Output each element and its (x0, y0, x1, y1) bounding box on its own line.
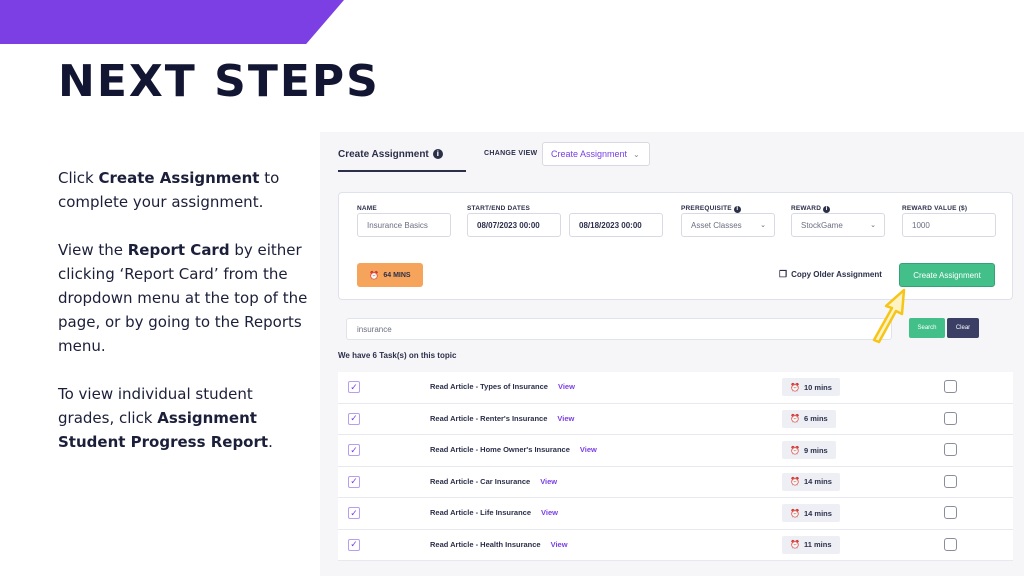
task-checked-checkbox[interactable]: ✓ (348, 538, 360, 551)
alarm-clock-icon: ⏰ (790, 382, 800, 392)
alarm-clock-icon: ⏰ (790, 445, 800, 455)
alarm-clock-icon: ⏰ (790, 414, 800, 423)
task-checked-checkbox[interactable]: ✓ (348, 381, 360, 393)
name-input[interactable]: Insurance Basics (357, 213, 451, 237)
task-row: ✓ Read Article - Health Insurance View ⏰ 11 … (338, 529, 1013, 561)
start-date-input[interactable]: 08/07/2023 00:00 (467, 213, 561, 237)
reward-label: REWARD i (791, 205, 831, 213)
chevron-down-icon: ⌄ (760, 222, 766, 229)
search-input[interactable]: insurance (346, 318, 892, 340)
task-duration-badge: ⏰ 10 mins (782, 378, 840, 396)
info-icon: i (823, 205, 831, 213)
task-row: ✓ Read Article - Home Owner's Insurance Vi… (338, 435, 1013, 467)
task-title: Read Article - Life Insurance View (430, 508, 558, 517)
task-row: ✓ Read Article - Types of Insurance View ⏰ 1… (338, 372, 1013, 404)
task-select-checkbox[interactable] (944, 474, 957, 488)
total-mins-badge: ⏰ 64 MINS (357, 263, 423, 287)
change-view-label: CHANGE VIEW (484, 150, 538, 157)
reward-value-input[interactable]: 1000 (902, 213, 996, 237)
copy-icon: ❐ (779, 269, 788, 279)
task-view-link[interactable]: View (558, 382, 575, 391)
task-row: ✓ Read Article - Life Insurance View ⏰ 14 mi… (338, 498, 1013, 530)
clear-button[interactable]: Clear (947, 318, 979, 338)
prerequisite-select[interactable]: Asset Classes ⌄ (681, 213, 775, 237)
tab-create-assignment[interactable]: Create Assignment i (338, 142, 466, 172)
slide-title: NEXT STEPS (58, 56, 380, 107)
task-duration-badge: ⏰ 11 mins (782, 535, 840, 554)
pointer-arrow-icon (872, 288, 906, 344)
task-select-checkbox[interactable] (944, 443, 957, 456)
task-view-link[interactable]: View (580, 445, 597, 454)
reward-select[interactable]: StockGame ⌄ (791, 213, 885, 237)
task-duration-badge: ⏰ 9 mins (782, 441, 836, 459)
task-duration-badge: ⏰ 6 mins (782, 409, 836, 428)
chevron-down-icon: ⌄ (633, 149, 640, 159)
copy-older-assignment-link[interactable]: ❐ Copy Older Assignment (779, 269, 882, 280)
task-select-checkbox[interactable] (944, 506, 957, 519)
info-icon: i (432, 149, 443, 159)
chevron-down-icon: ⌄ (870, 222, 876, 229)
task-title: Read Article - Health Insurance View (430, 539, 568, 549)
task-row: ✓ Read Article - Renter's Insurance View ⏰ 6… (338, 403, 1013, 435)
alarm-clock-icon: ⏰ (790, 477, 800, 486)
search-button[interactable]: Search (909, 318, 945, 338)
app-screenshot-panel: Create Assignment i CHANGE VIEW Create As… (320, 132, 1024, 576)
task-view-link[interactable]: View (551, 540, 568, 549)
instruction-paragraph-3: To view individual student grades, click… (58, 385, 273, 451)
task-title: Read Article - Renter's Insurance View (430, 413, 575, 423)
end-date-input[interactable]: 08/18/2023 00:00 (569, 213, 663, 237)
task-checked-checkbox[interactable]: ✓ (348, 507, 360, 519)
alarm-clock-icon: ⏰ (790, 508, 800, 518)
task-select-checkbox[interactable] (944, 411, 957, 425)
name-label: NAME (357, 205, 377, 212)
task-select-checkbox[interactable] (944, 537, 957, 551)
task-title: Read Article - Types of Insurance View (430, 382, 575, 391)
task-count-text: We have 6 Task(s) on this topic (338, 351, 457, 360)
task-checked-checkbox[interactable]: ✓ (348, 444, 360, 456)
task-view-link[interactable]: View (557, 414, 574, 423)
task-list: ✓ Read Article - Types of Insurance View ⏰ 1… (338, 372, 1013, 561)
reward-value-label: REWARD VALUE ($) (902, 205, 968, 212)
info-icon: i (733, 205, 741, 213)
task-duration-badge: ⏰ 14 mins (782, 504, 840, 522)
change-view-dropdown[interactable]: Create Assignment ⌄ (542, 142, 650, 166)
task-select-checkbox[interactable] (944, 380, 957, 393)
prerequisite-label: PREREQUISITE i (681, 205, 741, 213)
dates-label: START/END DATES (467, 205, 531, 212)
create-assignment-button[interactable]: Create Assignment (899, 263, 995, 287)
alarm-clock-icon: ⏰ (369, 270, 380, 280)
task-row: ✓ Read Article - Car Insurance View ⏰ 14 min… (338, 466, 1013, 498)
task-title: Read Article - Home Owner's Insurance Vie… (430, 445, 597, 454)
instructions-text: Click Create Assignment to complete your… (58, 166, 308, 478)
task-title: Read Article - Car Insurance View (430, 476, 558, 486)
task-view-link[interactable]: View (540, 477, 557, 486)
task-view-link[interactable]: View (541, 508, 558, 517)
top-banner (0, 0, 344, 44)
task-duration-badge: ⏰ 14 mins (782, 472, 840, 491)
instruction-paragraph-2: View the Report Card by either clicking … (58, 241, 308, 355)
alarm-clock-icon: ⏰ (790, 540, 800, 549)
task-checked-checkbox[interactable]: ✓ (348, 475, 360, 488)
instruction-paragraph-1: Click Create Assignment to complete your… (58, 169, 280, 211)
task-checked-checkbox[interactable]: ✓ (348, 412, 360, 425)
